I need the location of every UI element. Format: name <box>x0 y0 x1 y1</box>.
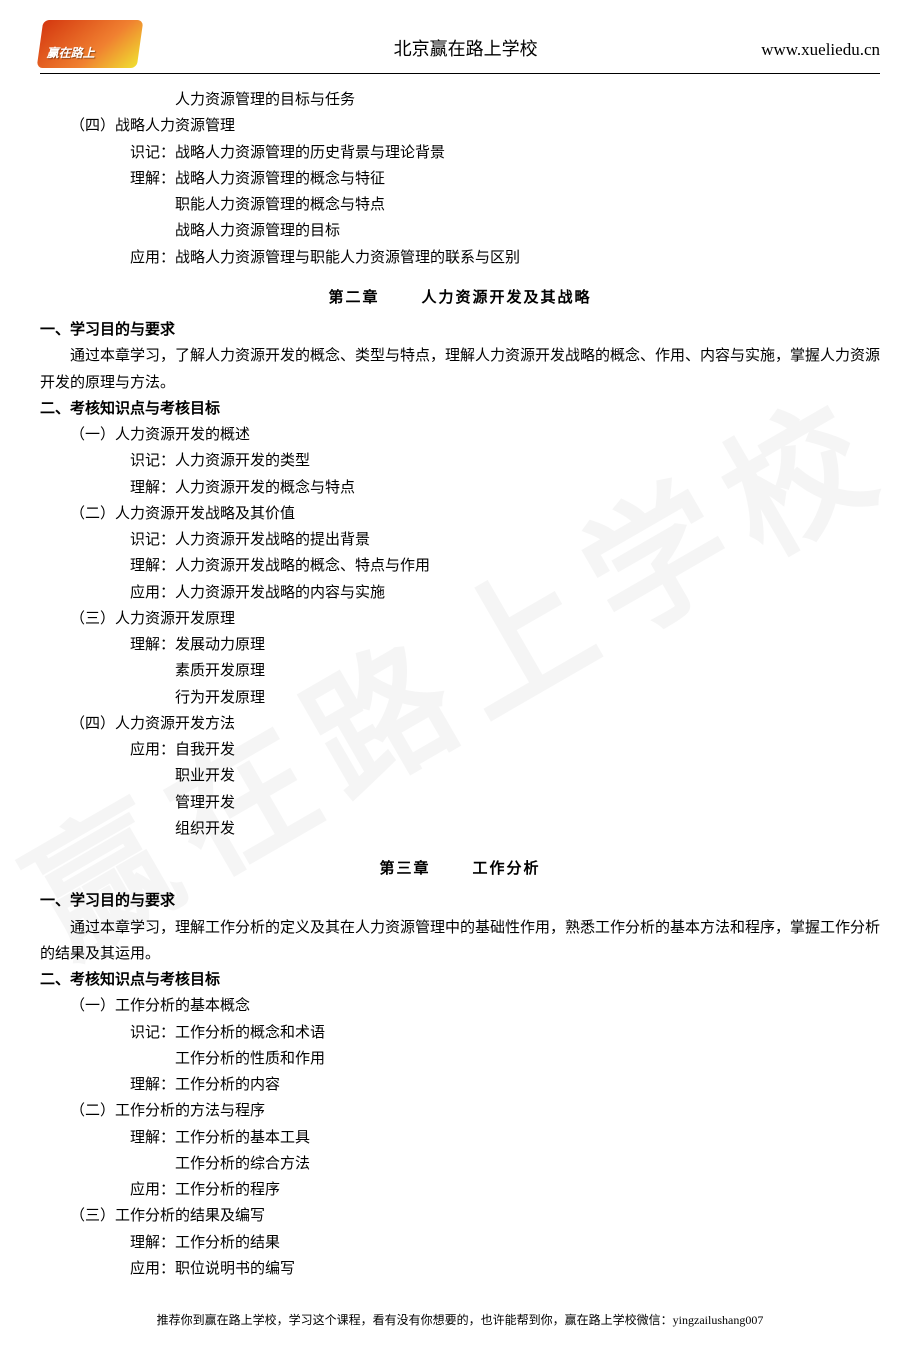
chapter-heading: 第三章 工作分析 <box>40 856 880 882</box>
body-line: 管理开发 <box>40 790 880 816</box>
body-line: 战略人力资源管理的目标 <box>40 218 880 244</box>
body-line: （一）工作分析的基本概念 <box>40 993 880 1019</box>
body-line: 理解：人力资源开发战略的概念、特点与作用 <box>40 553 880 579</box>
body-line: 应用：职位说明书的编写 <box>40 1256 880 1282</box>
chapter-title-text: 人力资源开发及其战略 <box>422 290 592 306</box>
body-line: 职业开发 <box>40 763 880 789</box>
body-line: （一）人力资源开发的概述 <box>40 422 880 448</box>
document-content: 赢在路上 北京赢在路上学校 www.xueliedu.cn 人力资源管理的目标与… <box>0 0 920 1356</box>
body-line: 行为开发原理 <box>40 685 880 711</box>
page-title: 北京赢在路上学校 <box>170 34 761 69</box>
body-line: 应用：工作分析的程序 <box>40 1177 880 1203</box>
site-url: www.xueliedu.cn <box>761 35 880 68</box>
body-line: 理解：战略人力资源管理的概念与特征 <box>40 166 880 192</box>
section-body: 通过本章学习，理解工作分析的定义及其在人力资源管理中的基础性作用，熟悉工作分析的… <box>40 915 880 968</box>
body-line: 应用：战略人力资源管理与职能人力资源管理的联系与区别 <box>40 245 880 271</box>
body-line: （三）人力资源开发原理 <box>40 606 880 632</box>
body-line: 职能人力资源管理的概念与特点 <box>40 192 880 218</box>
header-row: 赢在路上 北京赢在路上学校 www.xueliedu.cn <box>40 20 880 74</box>
chapter-number: 第三章 <box>379 856 430 882</box>
section-heading: 一、学习目的与要求 <box>40 888 880 914</box>
body-line: 应用：自我开发 <box>40 737 880 763</box>
body-line: 识记：工作分析的概念和术语 <box>40 1020 880 1046</box>
chapter-title-text: 工作分析 <box>473 861 541 877</box>
body-line: （二）工作分析的方法与程序 <box>40 1098 880 1124</box>
body-line: 应用：人力资源开发战略的内容与实施 <box>40 580 880 606</box>
body-line: 理解：发展动力原理 <box>40 632 880 658</box>
body-line: 理解：工作分析的结果 <box>40 1230 880 1256</box>
body-line: （四）战略人力资源管理 <box>40 113 880 139</box>
body-line: 理解：工作分析的基本工具 <box>40 1125 880 1151</box>
section-heading: 二、考核知识点与考核目标 <box>40 967 880 993</box>
section-heading: 一、学习目的与要求 <box>40 317 880 343</box>
body-line: 素质开发原理 <box>40 658 880 684</box>
section-heading: 二、考核知识点与考核目标 <box>40 396 880 422</box>
section-body: 通过本章学习，了解人力资源开发的概念、类型与特点，理解人力资源开发战略的概念、作… <box>40 343 880 396</box>
chapter-heading: 第二章 人力资源开发及其战略 <box>40 285 880 311</box>
body-line: 工作分析的综合方法 <box>40 1151 880 1177</box>
body-line: 理解：工作分析的内容 <box>40 1072 880 1098</box>
body-line: 人力资源管理的目标与任务 <box>40 87 880 113</box>
body-line: （三）工作分析的结果及编写 <box>40 1203 880 1229</box>
body-line: （四）人力资源开发方法 <box>40 711 880 737</box>
page-body: 人力资源管理的目标与任务 （四）战略人力资源管理 识记：战略人力资源管理的历史背… <box>0 79 920 1292</box>
body-line: 理解：人力资源开发的概念与特点 <box>40 475 880 501</box>
body-line: （二）人力资源开发战略及其价值 <box>40 501 880 527</box>
header: 赢在路上 北京赢在路上学校 www.xueliedu.cn <box>0 0 920 79</box>
body-line: 工作分析的性质和作用 <box>40 1046 880 1072</box>
body-line: 组织开发 <box>40 816 880 842</box>
body-line: 识记：人力资源开发战略的提出背景 <box>40 527 880 553</box>
logo-text: 赢在路上 <box>47 43 95 64</box>
logo-icon: 赢在路上 <box>37 20 144 68</box>
body-line: 识记：战略人力资源管理的历史背景与理论背景 <box>40 140 880 166</box>
body-line: 识记：人力资源开发的类型 <box>40 448 880 474</box>
chapter-number: 第二章 <box>328 285 379 311</box>
